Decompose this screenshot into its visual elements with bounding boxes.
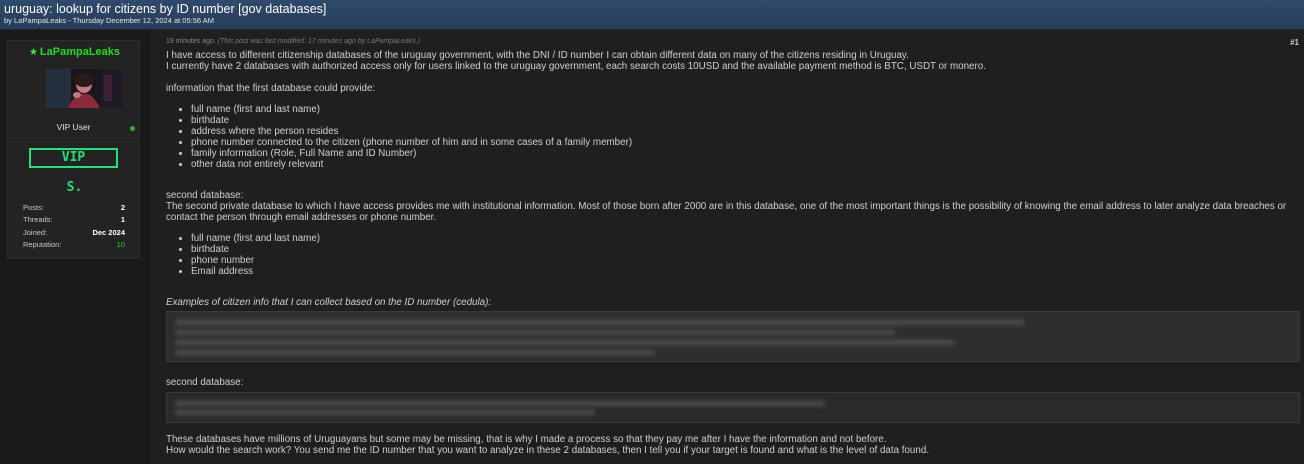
- second-db-section: second database:: [166, 377, 1302, 388]
- avatar[interactable]: [46, 69, 123, 108]
- user-title-row: VIP User: [7, 122, 140, 136]
- list-item: full name (first and last name): [191, 233, 1302, 244]
- stat-value[interactable]: 10: [117, 240, 125, 249]
- post-time: 19 minutes ago.: [166, 38, 216, 45]
- second-db-description: The second private database to which I h…: [166, 201, 1287, 223]
- list-item: phone number: [191, 255, 1302, 266]
- stat-value[interactable]: 2: [121, 203, 125, 212]
- stat-label: Joined:: [23, 228, 48, 237]
- stat-value: Dec 2024: [92, 228, 125, 237]
- username-text[interactable]: LaPampaLeaks: [40, 46, 120, 58]
- list-item: address where the person resides: [191, 126, 1302, 137]
- post-body: I have access to different citizenship d…: [166, 50, 1302, 308]
- user-title: VIP User: [56, 122, 91, 132]
- post-edited-note: (This post was last modified: 17 minutes…: [217, 38, 421, 45]
- award-badge: S.: [66, 180, 83, 195]
- stat-label: Reputation:: [23, 240, 62, 249]
- stat-posts: Posts: 2: [23, 203, 125, 214]
- post-number-link[interactable]: #1: [1290, 38, 1299, 47]
- vip-badge: VIP: [29, 148, 118, 168]
- first-db-heading: information that the first database coul…: [166, 83, 376, 94]
- stat-label: Posts:: [23, 203, 44, 212]
- thread-title: uruguay: lookup for citizens by ID numbe…: [4, 2, 327, 16]
- blurred-example-1: [166, 311, 1300, 362]
- post-paragraph: These databases have millions of Uruguay…: [166, 434, 887, 445]
- list-item: family information (Role, Full Name and …: [191, 148, 1302, 159]
- list-item: birthdate: [191, 115, 1302, 126]
- second-db-label: second database:: [166, 377, 244, 388]
- stat-value[interactable]: 1: [121, 215, 125, 224]
- avatar-image: [46, 69, 123, 108]
- stat-threads: Threads: 1: [23, 215, 125, 226]
- list-item: phone number connected to the citizen (p…: [191, 137, 1302, 148]
- second-db-list: full name (first and last name) birthdat…: [191, 233, 1302, 277]
- post-outro: These databases have millions of Uruguay…: [166, 434, 1302, 456]
- post-meta: 19 minutes ago. (This post was last modi…: [166, 38, 420, 45]
- post: ★ LaPampaLeaks VIP User VIP S. Posts: 2 …: [0, 30, 1304, 464]
- thread-byline: by LaPampaLeaks - Thursday December 12, …: [4, 16, 214, 25]
- star-icon: ★: [28, 47, 38, 58]
- author-stats: VIP S. Posts: 2 Threads: 1 Joined: Dec 2…: [7, 141, 140, 259]
- post-paragraph: I have access to different citizenship d…: [166, 50, 909, 61]
- second-db-heading: second database:: [166, 190, 244, 201]
- stat-label: Threads:: [23, 215, 53, 224]
- online-status-icon: [130, 126, 135, 131]
- post-paragraph: I currently have 2 databases with author…: [166, 61, 986, 72]
- first-db-list: full name (first and last name) birthdat…: [191, 104, 1302, 170]
- examples-heading: Examples of citizen info that I can coll…: [166, 297, 492, 308]
- stat-joined: Joined: Dec 2024: [23, 228, 125, 239]
- thread-header: uruguay: lookup for citizens by ID numbe…: [0, 0, 1304, 30]
- list-item: other data not entirely relevant: [191, 159, 1302, 170]
- stat-reputation: Reputation: 10: [23, 240, 125, 251]
- blurred-example-2: [166, 392, 1300, 423]
- author-sidebar: ★ LaPampaLeaks VIP User VIP S. Posts: 2 …: [0, 30, 150, 464]
- list-item: full name (first and last name): [191, 104, 1302, 115]
- list-item: Email address: [191, 266, 1302, 277]
- post-paragraph: How would the search work? You send me t…: [166, 445, 929, 456]
- list-item: birthdate: [191, 244, 1302, 255]
- author-username[interactable]: ★ LaPampaLeaks: [8, 46, 141, 58]
